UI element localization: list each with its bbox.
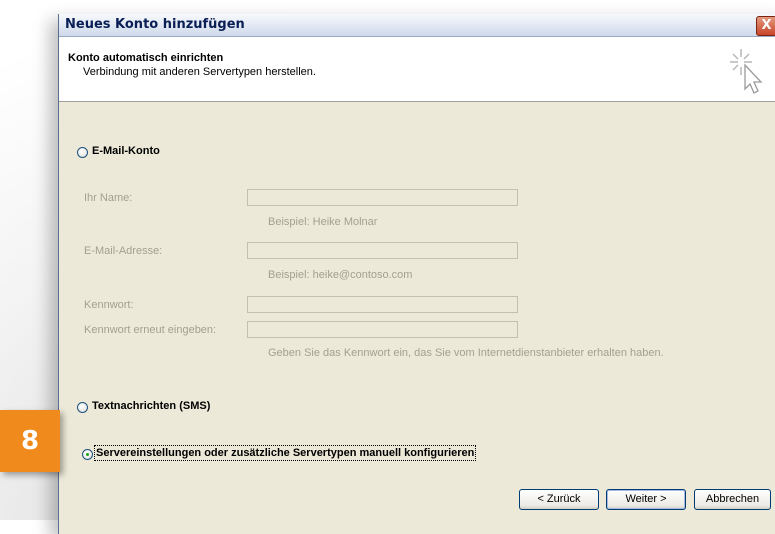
email-hint: Beispiel: heike@contoso.com bbox=[268, 269, 413, 281]
email-account-radio[interactable] bbox=[77, 147, 88, 158]
password-label: Kennwort: bbox=[84, 299, 134, 311]
cursor-sparkle-icon bbox=[730, 49, 763, 94]
password-hint: Geben Sie das Kennwort ein, das Sie vom … bbox=[268, 347, 664, 359]
header-title: Konto automatisch einrichten bbox=[68, 52, 224, 64]
email-field[interactable] bbox=[247, 242, 518, 259]
manual-config-radio[interactable] bbox=[82, 449, 93, 460]
add-account-dialog: Neues Konto hinzufügen X Konto automatis… bbox=[58, 14, 775, 534]
name-hint: Beispiel: Heike Molnar bbox=[268, 216, 378, 228]
password-repeat-field[interactable] bbox=[247, 321, 518, 338]
name-label: Ihr Name: bbox=[84, 192, 133, 204]
sms-radio[interactable] bbox=[77, 402, 88, 413]
next-button[interactable]: Weiter > bbox=[606, 489, 686, 510]
password-repeat-label: Kennwort erneut eingeben: bbox=[84, 324, 217, 336]
title-bar: Neues Konto hinzufügen X bbox=[59, 14, 775, 37]
manual-config-label[interactable]: Servereinstellungen oder zusätzliche Ser… bbox=[93, 445, 477, 461]
wizard-header: Konto automatisch einrichten Verbindung … bbox=[59, 37, 775, 102]
email-label: E-Mail-Adresse: bbox=[84, 245, 163, 257]
name-field[interactable] bbox=[247, 189, 518, 206]
window-title: Neues Konto hinzufügen bbox=[65, 17, 245, 32]
sms-label[interactable]: Textnachrichten (SMS) bbox=[92, 400, 210, 412]
close-button[interactable]: X bbox=[756, 16, 775, 36]
password-field[interactable] bbox=[247, 296, 518, 313]
cancel-button[interactable]: Abbrechen bbox=[694, 489, 771, 510]
step-number-badge: 8 bbox=[0, 410, 60, 472]
email-account-label[interactable]: E-Mail-Konto bbox=[92, 145, 160, 157]
back-button[interactable]: < Zurück bbox=[519, 489, 599, 510]
header-subtitle: Verbindung mit anderen Servertypen herst… bbox=[83, 66, 316, 78]
wizard-content: E-Mail-Konto Ihr Name: Beispiel: Heike M… bbox=[59, 102, 775, 534]
